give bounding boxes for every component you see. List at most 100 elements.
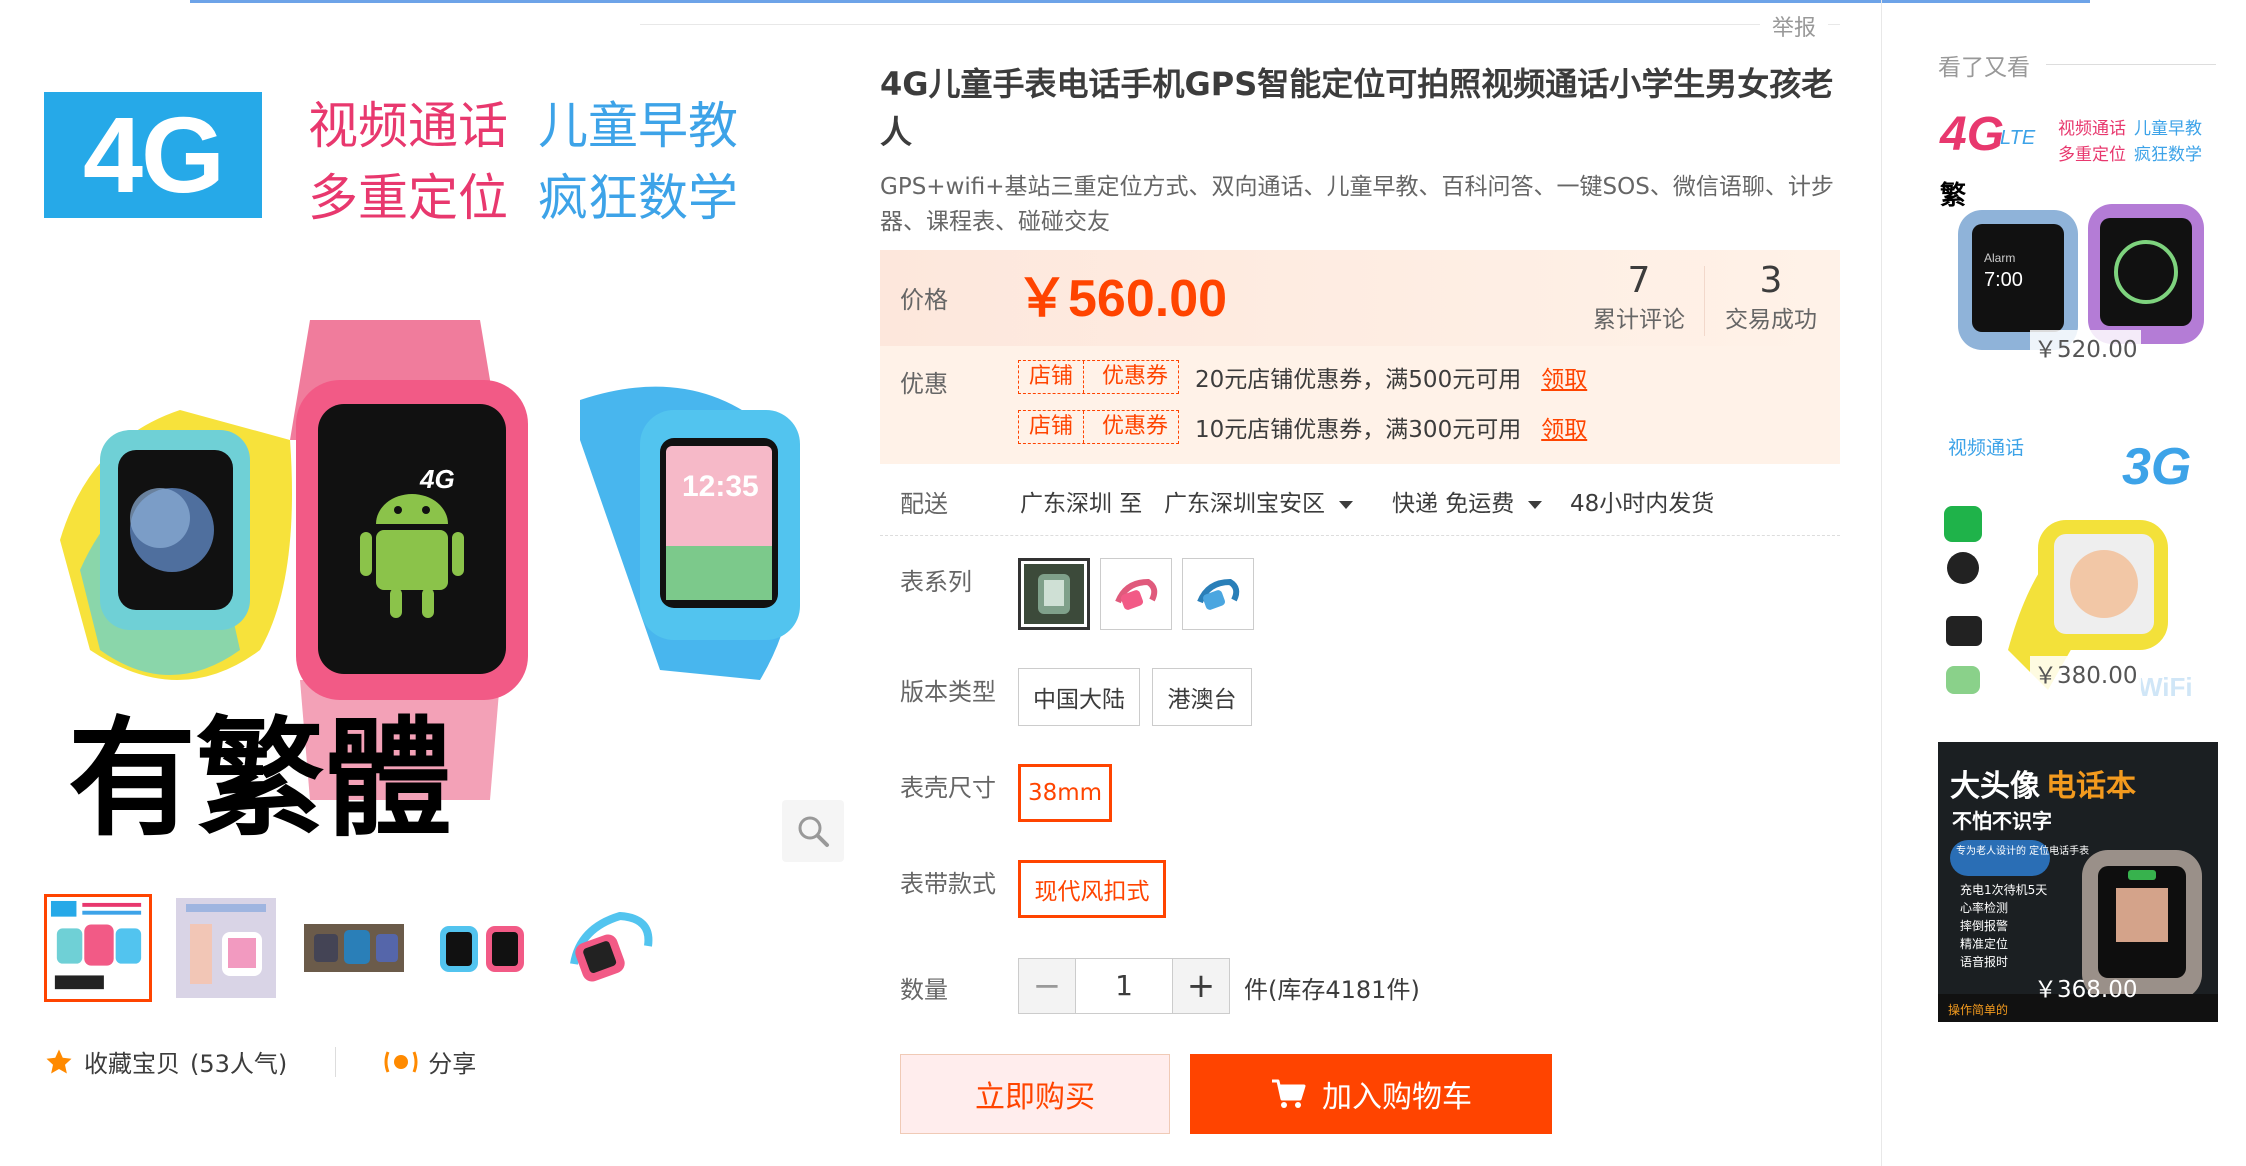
rec3-feature-4: 精准定位 [1960,936,2008,951]
favorite-count: (53人气) [190,1050,288,1078]
recommended-item-1[interactable]: 4G LTE 视频通话 儿童早教 多重定位 疯狂数学 繁 Alarm 7:00 … [1938,94,2218,374]
rec3-footer: 操作简单的 [1948,1002,2008,1017]
reviews-label: 累计评论 [1593,307,1685,333]
ship-to-dropdown[interactable]: 广东深圳宝安区 [1164,484,1353,518]
claim-coupon-link[interactable]: 领取 [1541,360,1587,394]
rec3-feature-1: 充电1次待机5天 [1960,882,2047,897]
zoom-button[interactable] [782,800,844,862]
rec1-watch-time: 7:00 [1984,269,2023,291]
thumbnail-1-image [50,900,142,990]
rec2-wifi-watermark: WiFi [2138,672,2193,700]
ship-from: 广东深圳 至 [1020,491,1143,517]
coupon-tag-shop: 店铺 [1029,414,1074,439]
thumbnail-2[interactable] [172,894,280,1002]
price-panel: 价格 ￥560.00 7 累计评论 3 交易成功 优惠 店铺 优惠券 20元店铺优… [880,250,1840,464]
product-info: 4G儿童手表电话手机GPS智能定位可拍照视频通话小学生男女孩老人 GPS+wif… [880,60,1840,240]
hero-watch-time: 12:35 [682,470,759,503]
ship-method-value: 快递 免运费 [1392,491,1515,517]
rec1-watch-caption: Alarm [1984,251,2015,265]
share-button[interactable]: 分享 [384,1044,476,1079]
dispatch-time: 48小时内发货 [1570,491,1715,517]
thumbnail-2-image [176,898,276,998]
thumbnail-4-image [440,926,524,972]
report-divider [640,24,1840,25]
recommended-item-2[interactable]: 视频通话 3G WiFi ￥380.00 [1938,420,2218,700]
quantity-decrease-button[interactable]: − [1019,959,1075,1013]
quantity-increase-button[interactable]: + [1173,959,1229,1013]
version-option-mainland[interactable]: 中国大陆 [1018,668,1140,726]
coupon-tag-type: 优惠券 [1102,414,1169,439]
product-page: 举报 4G 视频通话 儿童早教 多重定位 疯狂数学 12:35 4G 有繁體 收… [0,0,1882,1166]
series-option-2[interactable] [1100,558,1172,630]
hero-4g-badge: 4G [44,92,262,218]
buy-now-button[interactable]: 立即购买 [900,1054,1170,1134]
deals-count: 3 [1759,260,1783,301]
thumbnail-5[interactable] [556,894,664,1002]
hero-watch-lte: 4G [419,464,455,494]
share-icon [384,1050,418,1073]
series-option-1[interactable] [1018,558,1090,630]
report-link[interactable]: 举报 [1760,10,1829,42]
hero-line-1: 视频通话 [308,97,508,155]
thumbnail-strip [44,894,664,1002]
price-value: ￥560.00 [1016,264,1227,334]
share-label: 分享 [428,1050,477,1078]
product-subtitle: GPS+wifi+基站三重定位方式、双向通话、儿童早教、百科问答、一键SOS、微… [880,174,1834,235]
add-to-cart-button[interactable]: 加入购物车 [1190,1054,1552,1134]
quantity-input[interactable]: 1 [1075,959,1173,1013]
rec1-4g: 4G [1939,108,2004,161]
recommended-item-3[interactable]: 大头像 电话本 不怕不识字 专为老人设计的 定位电话手表 充电1次待机5天 心率… [1938,742,2218,1022]
claim-coupon-link[interactable]: 领取 [1541,410,1587,444]
series-label: 表系列 [900,568,972,596]
series-option-3[interactable] [1182,558,1254,630]
strap-style-option[interactable]: 现代风扣式 [1018,860,1166,918]
coupon-tag: 店铺 优惠券 [1018,410,1180,444]
thumbnail-3-image [304,924,404,972]
series-option-1-image [1024,564,1084,624]
version-option-hk-macau-tw[interactable]: 港澳台 [1152,668,1252,726]
recommended-item-3-price: ￥368.00 [2034,977,2138,1003]
thumbnail-3[interactable] [300,894,408,1002]
coupon-tag-shop: 店铺 [1029,364,1074,389]
rec1-lte: LTE [2000,127,2036,149]
coupon-text: 20元店铺优惠券，满500元可用 [1195,367,1522,393]
rec3-feature-2: 心率检测 [1960,900,2008,915]
coupon-tag: 店铺 优惠券 [1018,360,1180,394]
item-actions: 收藏宝贝 (53人气) 分享 [44,1044,476,1079]
reviews-stat[interactable]: 7 累计评论 [1574,258,1704,336]
reviews-count: 7 [1627,260,1651,301]
case-size-option[interactable]: 38mm [1018,764,1112,822]
rec3-heading-orange: 电话本 [2046,769,2136,804]
deals-stat: 3 交易成功 [1706,258,1836,336]
hero-line-3: 多重定位 [308,169,508,227]
thumbnail-1[interactable] [44,894,152,1002]
rec3-subheading: 不怕不识字 [1952,809,2052,833]
rec1-note: 繁 [1940,180,1967,211]
cart-icon [1272,1079,1306,1108]
favorite-button[interactable]: 收藏宝贝 (53人气) [44,1044,287,1079]
rec3-pill: 专为老人设计的 定位电话手表 [1956,844,2089,857]
magnifier-icon [798,816,829,847]
ship-to-value: 广东深圳宝安区 [1164,491,1325,517]
coupon-row: 店铺 优惠券 10元店铺优惠券，满300元可用 领取 [1018,410,1587,444]
stock-info: 件(库存4181件) [1244,976,1420,1004]
promo-label: 优惠 [900,370,948,398]
product-title: 4G儿童手表电话手机GPS智能定位可拍照视频通话小学生男女孩老人 [880,65,1834,151]
ship-method-dropdown[interactable]: 快递 免运费 [1392,484,1543,518]
favorite-label: 收藏宝贝 [84,1050,180,1078]
main-product-image[interactable]: 4G 视频通话 儿童早教 多重定位 疯狂数学 12:35 4G 有繁體 [40,84,820,864]
shipping-row: 配送 广东深圳 至 广东深圳宝安区 快递 免运费 48小时内发货 [880,480,1840,536]
thumbnail-5-image [570,911,653,982]
currency-symbol: ￥ [1016,270,1069,328]
case-size-label: 表壳尺寸 [900,774,996,802]
chevron-down-icon [1339,500,1353,509]
add-to-cart-label: 加入购物车 [1322,1080,1472,1115]
recommended-item-1-price: ￥520.00 [2030,330,2142,364]
rec3-feature-3: 摔倒报警 [1960,918,2008,933]
thumbnail-4[interactable] [428,894,536,1002]
strap-style-label: 表带款式 [900,870,996,898]
recommended-item-2-price: ￥380.00 [2030,656,2142,690]
quantity-label: 数量 [900,976,948,1004]
coupon-text: 10元店铺优惠券，满300元可用 [1195,417,1522,443]
price-label: 价格 [900,286,948,314]
